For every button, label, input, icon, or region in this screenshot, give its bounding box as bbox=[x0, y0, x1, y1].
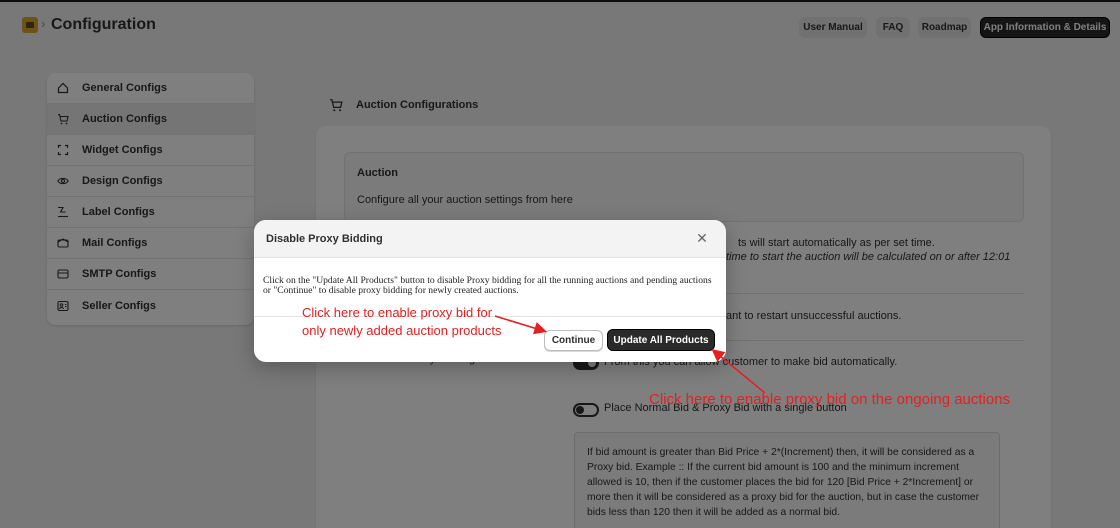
continue-annotation-line1: Click here to enable proxy bid for bbox=[302, 305, 493, 320]
update-annotation: Click here to enable proxy bid on the on… bbox=[649, 391, 1011, 408]
update-all-products-button[interactable]: Update All Products bbox=[607, 329, 715, 351]
close-icon[interactable]: ✕ bbox=[694, 230, 710, 246]
modal-body-text: Click on the "Update All Products" butto… bbox=[263, 275, 712, 296]
continue-annotation-line2: only newly added auction products bbox=[302, 323, 502, 338]
modal-title: Disable Proxy Bidding bbox=[266, 233, 383, 245]
continue-button[interactable]: Continue bbox=[544, 330, 603, 351]
